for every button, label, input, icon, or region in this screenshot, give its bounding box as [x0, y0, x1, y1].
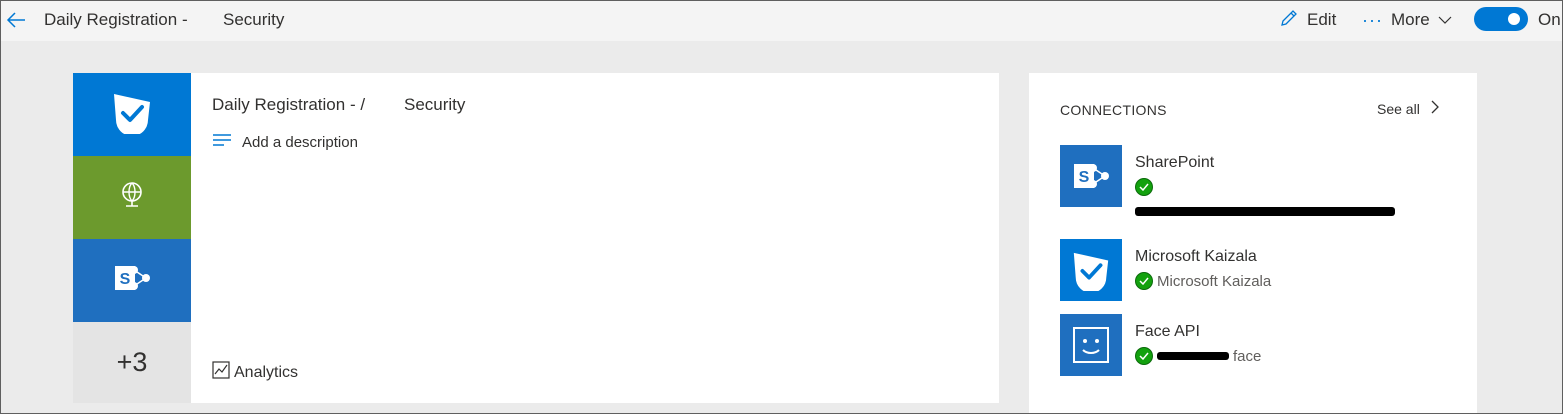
- connection-status: face: [1135, 347, 1261, 365]
- flow-title: Daily Registration - /: [212, 95, 366, 114]
- toggle-label: On: [1538, 10, 1561, 29]
- analytics-icon: [212, 361, 230, 384]
- more-button[interactable]: ··· More: [1362, 7, 1452, 33]
- redaction-mark: [1135, 207, 1395, 216]
- connections-card: CONNECTIONS See all S SharePoint Microso…: [1029, 73, 1477, 413]
- face-api-icon: [1060, 314, 1122, 376]
- add-description-button[interactable]: Add a description: [212, 133, 358, 151]
- text-lines-icon: [212, 133, 232, 151]
- check-circle-icon: [1135, 347, 1153, 365]
- app-frame: Daily Registration - Security Edit ··· M…: [0, 0, 1563, 414]
- connection-account: face: [1233, 347, 1262, 365]
- connection-item-face-api[interactable]: Face API face: [1060, 314, 1460, 376]
- kaizala-icon: [1060, 239, 1122, 301]
- page-title-suffix: Security: [223, 10, 285, 29]
- flow-title-suffix: Security: [404, 95, 466, 114]
- connection-name: Microsoft Kaizala: [1135, 248, 1257, 265]
- connection-item-sharepoint[interactable]: S SharePoint: [1060, 145, 1460, 216]
- sharepoint-icon: S: [112, 261, 152, 300]
- back-arrow-icon[interactable]: [5, 9, 27, 31]
- edit-button[interactable]: Edit: [1279, 7, 1336, 33]
- page-title: Daily Registration -: [44, 10, 188, 29]
- svg-text:S: S: [1079, 169, 1090, 186]
- check-circle-icon: [1135, 178, 1153, 196]
- add-description-label: Add a description: [242, 133, 358, 151]
- chevron-right-icon: [1430, 99, 1440, 118]
- connection-item-kaizala[interactable]: Microsoft Kaizala Microsoft Kaizala: [1060, 239, 1460, 301]
- check-circle-icon: [1135, 272, 1153, 290]
- pencil-icon: [1279, 8, 1299, 33]
- connector-tile-sharepoint: S: [73, 239, 191, 322]
- see-all-label: See all: [1377, 100, 1420, 117]
- more-label: More: [1390, 10, 1430, 29]
- flow-on-toggle[interactable]: [1474, 7, 1528, 31]
- analytics-label: Analytics: [234, 363, 299, 381]
- connection-name: SharePoint: [1135, 154, 1215, 171]
- svg-text:S: S: [120, 271, 131, 288]
- top-bar: Daily Registration - Security Edit ··· M…: [1, 1, 1562, 41]
- see-all-link[interactable]: See all: [1377, 99, 1440, 118]
- edit-label: Edit: [1307, 10, 1337, 29]
- connections-heading: CONNECTIONS: [1060, 102, 1167, 118]
- content-area: S +3 Daily Registration - / Security Add…: [1, 41, 1562, 413]
- ellipsis-icon: ···: [1362, 9, 1383, 30]
- connection-name: Face API: [1135, 323, 1200, 340]
- analytics-link[interactable]: Analytics: [212, 361, 298, 384]
- chevron-down-icon: [1438, 10, 1452, 30]
- connector-tile-kaizala: [73, 73, 191, 156]
- redaction-mark: [1157, 352, 1229, 360]
- connection-status: Microsoft Kaizala: [1135, 272, 1271, 290]
- connection-account: Microsoft Kaizala: [1157, 272, 1272, 290]
- connector-tile-http: [73, 156, 191, 239]
- toggle-knob: [1508, 13, 1520, 25]
- sharepoint-icon: S: [1060, 145, 1122, 207]
- connection-status: [1135, 178, 1157, 196]
- flow-details-card: S +3 Daily Registration - / Security Add…: [73, 73, 999, 403]
- more-connectors-count[interactable]: +3: [73, 322, 191, 403]
- globe-icon: [118, 180, 146, 215]
- kaizala-icon: [110, 90, 154, 139]
